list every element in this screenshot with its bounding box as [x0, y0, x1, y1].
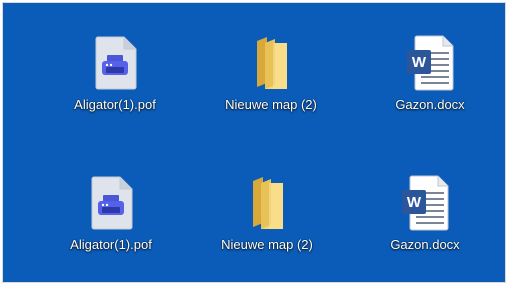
desktop-icon-label: Aligator(1).pof: [70, 237, 152, 252]
desktop-icon-label: Gazon.docx: [395, 97, 465, 112]
printer-file-icon: [85, 31, 145, 95]
desktop-icon-label: Gazon.docx: [390, 237, 460, 252]
word-document-icon: W: [400, 31, 460, 95]
desktop-icon-label: Aligator(1).pof: [74, 97, 156, 112]
folder-icon: [241, 31, 301, 95]
desktop-icon-nieuwe-map[interactable]: Nieuwe map (2): [206, 31, 336, 141]
desktop-icon-aligator-pof[interactable]: Aligator(1).pof: [50, 31, 180, 141]
printer-file-icon: [81, 171, 141, 235]
desktop-icon-gazon-docx[interactable]: W Gazon.docx: [360, 171, 490, 281]
desktop-icon-gazon-docx[interactable]: W Gazon.docx: [365, 31, 495, 141]
folder-icon: [237, 171, 297, 235]
desktop-background: Aligator(1).pof Nieuwe map (2) W Gazon.d…: [2, 2, 506, 283]
svg-text:W: W: [412, 54, 427, 71]
svg-text:W: W: [407, 194, 422, 211]
word-document-icon: W: [395, 171, 455, 235]
desktop-icon-label: Nieuwe map (2): [225, 97, 317, 112]
desktop-icon-nieuwe-map[interactable]: Nieuwe map (2): [202, 171, 332, 281]
desktop-icon-aligator-pof[interactable]: Aligator(1).pof: [46, 171, 176, 281]
desktop-icon-label: Nieuwe map (2): [221, 237, 313, 252]
